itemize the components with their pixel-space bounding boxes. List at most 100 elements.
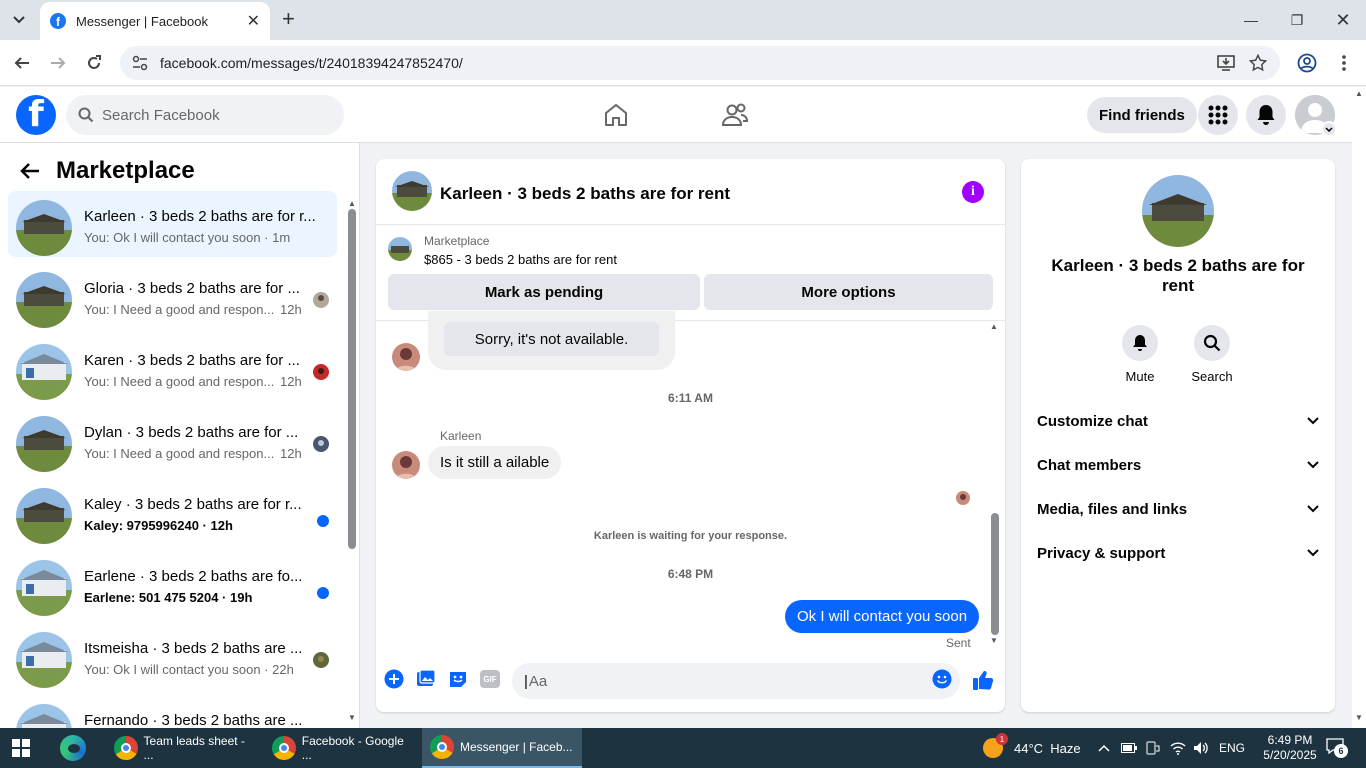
- url-bar[interactable]: facebook.com/messages/t/2401839424785247…: [120, 46, 1280, 80]
- search-action[interactable]: Search: [1182, 325, 1242, 384]
- row-label: Customize chat: [1037, 412, 1148, 430]
- media-files-links-row[interactable]: Media, files and links: [1037, 487, 1319, 531]
- privacy-support-row[interactable]: Privacy & support: [1037, 531, 1319, 575]
- conversation-item[interactable]: Dylan · 3 beds 2 baths are for ... You: …: [8, 407, 337, 473]
- customize-chat-row[interactable]: Customize chat: [1037, 399, 1319, 443]
- windows-taskbar: Team leads sheet - ... Facebook - Google…: [0, 728, 1366, 768]
- conversation-name: Fernando · 3 beds 2 baths are ...: [84, 712, 303, 728]
- gif-label: GIF: [480, 670, 500, 688]
- tray-chevron-up-icon[interactable]: [1098, 728, 1110, 768]
- clock[interactable]: 6:49 PM 5/20/2025: [1258, 728, 1322, 768]
- chrome-icon: [114, 736, 138, 760]
- conversation-item[interactable]: Itsmeisha · 3 beds 2 baths are ... You: …: [8, 623, 337, 689]
- search-icon: [1194, 325, 1230, 361]
- like-thumb-icon[interactable]: [972, 669, 994, 691]
- scroll-down-arrow[interactable]: ▼: [348, 713, 356, 722]
- emoji-icon[interactable]: [932, 669, 952, 689]
- forward-button[interactable]: [46, 51, 70, 75]
- new-tab-button[interactable]: +: [282, 8, 295, 30]
- notification-center-button[interactable]: 6: [1326, 728, 1348, 768]
- message-input[interactable]: | Aa: [512, 663, 960, 699]
- account-chevron-icon[interactable]: [1321, 121, 1337, 137]
- taskbar-chrome-window-active[interactable]: Messenger | Faceb...: [422, 728, 582, 768]
- notifications-button[interactable]: [1246, 95, 1286, 135]
- taskbar-chrome-window[interactable]: Facebook - Google ...: [264, 728, 416, 768]
- conversation-snippet: You: I Need a good and respon...: [84, 446, 274, 461]
- browser-menu-icon[interactable]: [1332, 51, 1356, 75]
- page-scroll-up[interactable]: ▲: [1355, 89, 1363, 98]
- conversation-item[interactable]: Karleen · 3 beds 2 baths are for r... Yo…: [8, 191, 337, 257]
- listing-price-title[interactable]: $865 - 3 beds 2 baths are for rent: [424, 252, 617, 267]
- facebook-header: f Search Facebook Find friends: [0, 87, 1352, 143]
- arrow-right-icon: [51, 57, 66, 69]
- waiting-notice: Karleen is waiting for your response.: [593, 530, 788, 542]
- home-icon[interactable]: [600, 99, 632, 131]
- conversation-item[interactable]: Kaley · 3 beds 2 baths are for r... Kale…: [8, 479, 337, 545]
- back-button[interactable]: [10, 51, 34, 75]
- clock-time: 6:49 PM: [1267, 733, 1313, 747]
- sender-avatar[interactable]: [392, 343, 420, 371]
- facebook-favicon-icon: f: [50, 13, 66, 29]
- profile-icon[interactable]: [1295, 51, 1319, 75]
- mute-action[interactable]: Mute: [1110, 325, 1170, 384]
- conversation-item[interactable]: Gloria · 3 beds 2 baths are for ... You:…: [8, 263, 337, 329]
- mark-as-pending-button[interactable]: Mark as pending: [388, 274, 700, 310]
- chat-panel: Karleen · 3 beds 2 baths are for rent i …: [376, 159, 1005, 712]
- language-indicator[interactable]: ENG: [1219, 728, 1245, 768]
- menu-grid-button[interactable]: [1198, 95, 1238, 135]
- reload-button[interactable]: [82, 51, 106, 75]
- sticker-icon[interactable]: [448, 669, 468, 689]
- page-scrollbar[interactable]: ▲ ▼: [1352, 87, 1366, 728]
- chat-scroll-down[interactable]: ▼: [990, 636, 998, 645]
- conversation-snippet: Earlene: 501 475 5204 · 19h: [84, 590, 253, 605]
- conversation-snippet: You: Ok I will contact you soon · 1m: [84, 230, 291, 245]
- conversation-item[interactable]: Earlene · 3 beds 2 baths are fo... Earle…: [8, 551, 337, 617]
- unread-dot: [317, 587, 329, 599]
- back-arrow-icon[interactable]: [20, 162, 40, 180]
- close-window-button[interactable]: ✕: [1320, 0, 1366, 40]
- plus-icon[interactable]: [384, 669, 404, 689]
- list-scrollbar[interactable]: [348, 209, 356, 549]
- battery-icon[interactable]: [1121, 728, 1137, 768]
- phone-link-icon[interactable]: [1146, 728, 1160, 768]
- facebook-search-input[interactable]: Search Facebook: [66, 95, 344, 135]
- chat-scroll-up[interactable]: ▲: [990, 322, 998, 331]
- browser-tab-bar: f Messenger | Facebook ✕ + — ❐ ✕: [0, 0, 1366, 40]
- gif-icon[interactable]: GIF: [480, 669, 500, 689]
- sender-avatar[interactable]: [392, 451, 420, 479]
- conversation-snippet: You: I Need a good and respon...: [84, 374, 274, 389]
- tab-search-dropdown[interactable]: [6, 7, 32, 33]
- minimize-button[interactable]: —: [1228, 0, 1274, 40]
- volume-icon[interactable]: [1193, 728, 1209, 768]
- tab-title: Messenger | Facebook: [76, 13, 208, 29]
- chat-avatar[interactable]: [392, 171, 432, 211]
- install-app-icon[interactable]: [1214, 51, 1238, 75]
- taskbar-chrome-window[interactable]: Team leads sheet - ...: [106, 728, 256, 768]
- notification-count: 6: [1334, 744, 1348, 758]
- start-button[interactable]: [12, 728, 38, 768]
- facebook-logo-icon[interactable]: f: [16, 95, 56, 135]
- browser-tab[interactable]: f Messenger | Facebook ✕: [40, 2, 270, 40]
- conversation-item[interactable]: Karen · 3 beds 2 baths are for ... You: …: [8, 335, 337, 401]
- more-options-button[interactable]: More options: [704, 274, 993, 310]
- photo-icon[interactable]: [416, 669, 436, 689]
- edge-taskbar-icon[interactable]: [60, 728, 90, 768]
- conversation-item[interactable]: Fernando · 3 beds 2 baths are ...: [8, 695, 337, 728]
- chat-scrollbar[interactable]: [991, 513, 999, 635]
- restore-button[interactable]: ❐: [1274, 0, 1320, 40]
- scroll-up-arrow[interactable]: ▲: [348, 199, 356, 208]
- weather-widget[interactable]: 1 44°C Haze: [982, 728, 1081, 768]
- find-friends-button[interactable]: Find friends: [1087, 97, 1197, 133]
- friends-icon[interactable]: [719, 99, 751, 131]
- bookmark-star-icon[interactable]: [1246, 51, 1270, 75]
- reload-icon: [88, 55, 101, 69]
- chat-members-row[interactable]: Chat members: [1037, 443, 1319, 487]
- house-thumbnail: [16, 704, 72, 728]
- wifi-icon[interactable]: [1170, 728, 1186, 768]
- page-scroll-down[interactable]: ▼: [1355, 713, 1363, 722]
- info-icon[interactable]: i: [962, 181, 984, 203]
- house-thumbnail: [16, 200, 72, 256]
- message-composer: GIF | Aa: [376, 654, 1005, 712]
- close-tab-icon[interactable]: ✕: [247, 11, 260, 31]
- chat-info-panel: Karleen · 3 beds 2 baths are for rent Mu…: [1021, 159, 1335, 712]
